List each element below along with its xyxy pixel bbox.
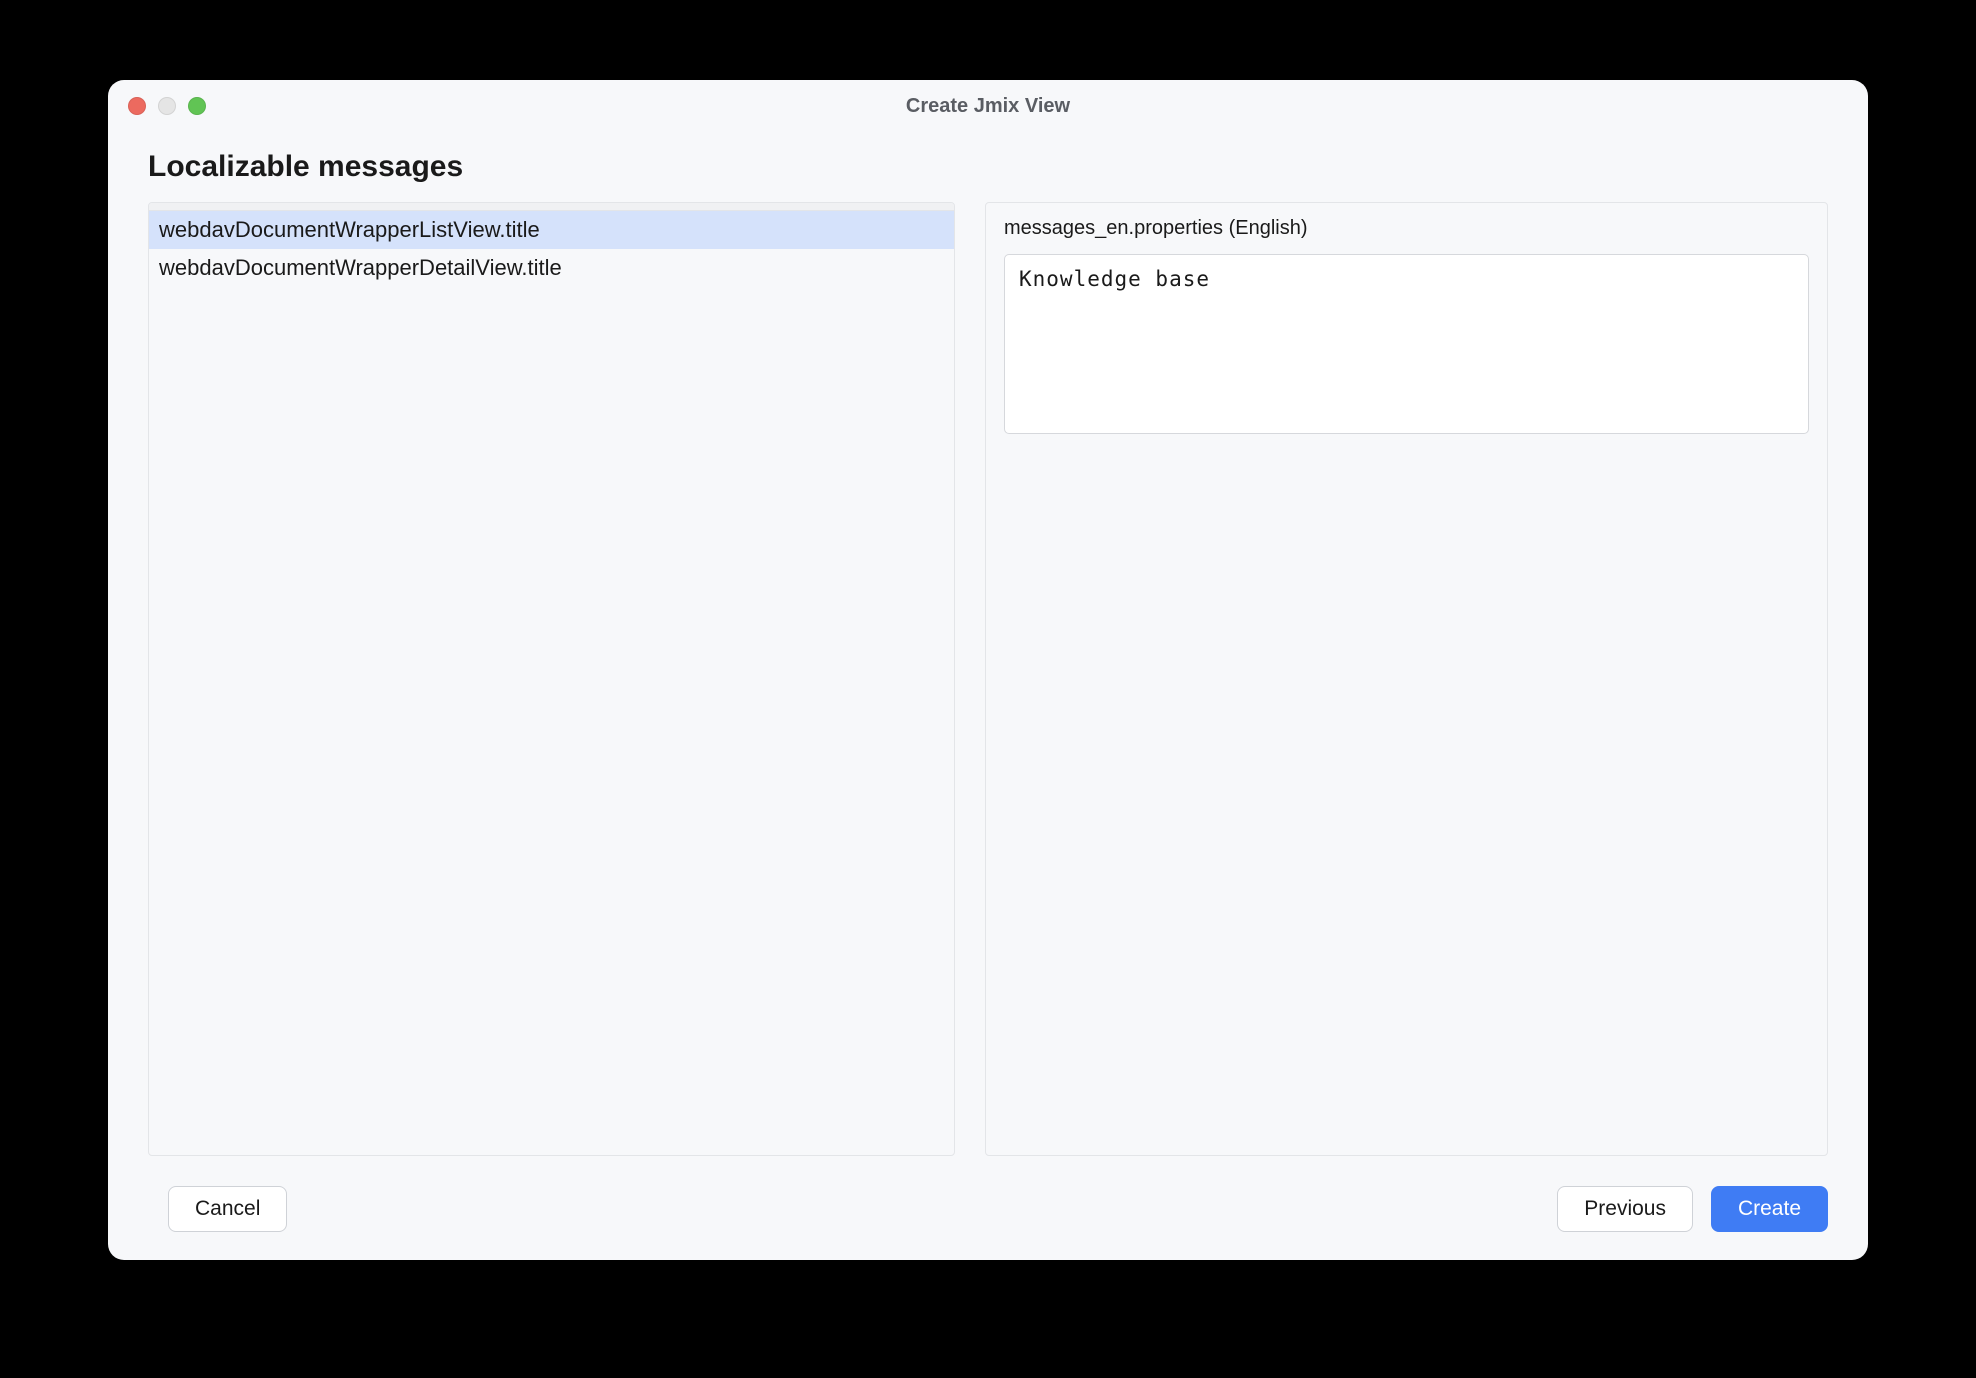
minimize-icon xyxy=(158,97,176,115)
locale-editor-panel: messages_en.properties (English) xyxy=(985,202,1828,1156)
section-header: Localizable messages xyxy=(148,150,1828,184)
close-icon[interactable] xyxy=(128,97,146,115)
locale-file-label: messages_en.properties (English) xyxy=(1004,217,1809,240)
create-button[interactable]: Create xyxy=(1711,1186,1828,1232)
window-title: Create Jmix View xyxy=(108,95,1868,118)
list-item[interactable]: webdavDocumentWrapperDetailView.title xyxy=(149,249,954,287)
list-item[interactable]: webdavDocumentWrapperListView.title xyxy=(149,211,954,249)
dialog-window: Create Jmix View Localizable messages we… xyxy=(108,80,1868,1260)
list-toolbar xyxy=(149,203,954,211)
panels: webdavDocumentWrapperListView.title webd… xyxy=(148,202,1828,1156)
content-area: Localizable messages webdavDocumentWrapp… xyxy=(108,132,1868,1166)
cancel-button[interactable]: Cancel xyxy=(168,1186,287,1232)
messages-list[interactable]: webdavDocumentWrapperListView.title webd… xyxy=(149,211,954,1155)
message-value-input[interactable] xyxy=(1004,254,1809,434)
window-controls xyxy=(128,97,206,115)
messages-list-panel: webdavDocumentWrapperListView.title webd… xyxy=(148,202,955,1156)
previous-button[interactable]: Previous xyxy=(1557,1186,1693,1232)
footer-right: Previous Create xyxy=(1557,1186,1828,1232)
titlebar: Create Jmix View xyxy=(108,80,1868,132)
maximize-icon[interactable] xyxy=(188,97,206,115)
dialog-footer: Cancel Previous Create xyxy=(108,1166,1868,1260)
